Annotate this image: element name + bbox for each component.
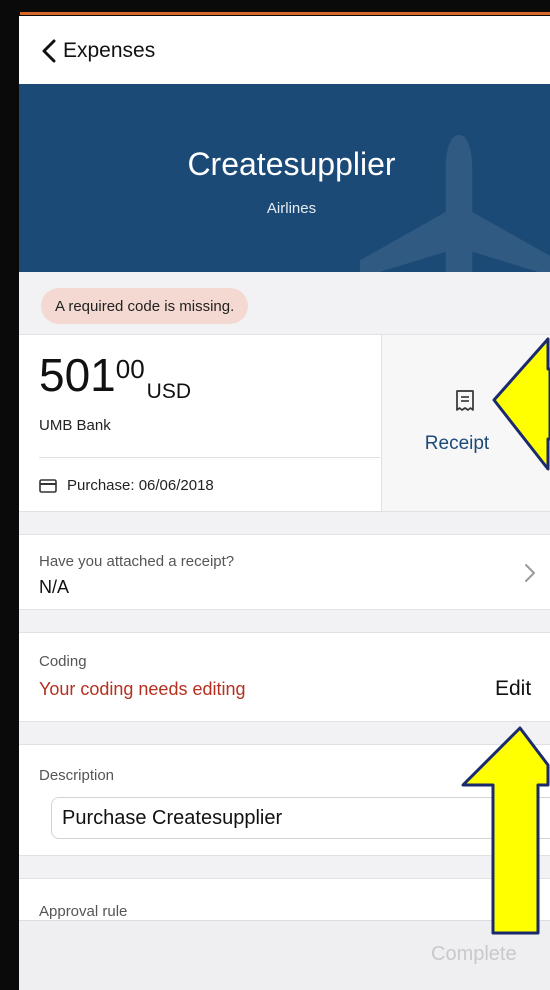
back-button-label: Expenses: [63, 39, 156, 62]
complete-button[interactable]: Complete: [431, 943, 517, 966]
amount-whole: 501: [39, 349, 116, 401]
purchase-date-label: Purchase: 06/06/2018: [67, 477, 214, 494]
coding-row: Coding Your coding needs editing Edit: [19, 632, 550, 722]
amount-currency: USD: [146, 380, 192, 403]
bank-name: UMB Bank: [39, 417, 111, 434]
arrow-up-annotation: [461, 726, 550, 935]
arrow-left-annotation: [492, 337, 550, 471]
merchant-category: Airlines: [266, 200, 317, 217]
chevron-left-icon: [42, 39, 56, 63]
purchase-date: Purchase: 06/06/2018: [39, 477, 214, 494]
back-button[interactable]: Expenses: [41, 36, 155, 66]
receipt-attached-label: Have you attached a receipt?: [39, 553, 235, 570]
navigation-bar: Expenses: [19, 16, 550, 84]
receipt-icon: [456, 390, 474, 411]
expense-amount: 501 00 USD: [39, 349, 191, 403]
merchant-header: Createsupplier Airlines: [19, 84, 550, 272]
expense-summary-card: 501 00 USD UMB Bank Purchase: 06/06/2018…: [19, 334, 550, 512]
description-label: Description: [39, 767, 115, 784]
coding-label: Coding: [39, 653, 87, 670]
approval-rule-label: Approval rule: [39, 903, 128, 920]
edit-coding-button[interactable]: Edit: [495, 677, 531, 701]
card-icon: [39, 478, 57, 493]
amount-cents: 00: [115, 354, 145, 384]
coding-error-message: Your coding needs editing: [39, 679, 246, 699]
chevron-right-icon: [525, 564, 535, 582]
missing-code-warning: A required code is missing.: [41, 288, 249, 324]
receipt-attached-value: N/A: [39, 577, 70, 597]
receipt-attached-row[interactable]: Have you attached a receipt? N/A: [19, 534, 550, 610]
merchant-name: Createsupplier: [187, 146, 396, 182]
summary-divider: [39, 457, 380, 458]
status-accent-line: [20, 12, 550, 15]
